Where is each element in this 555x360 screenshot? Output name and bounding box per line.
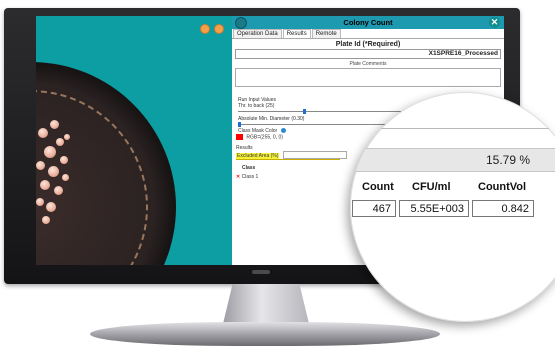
colony [36,198,44,206]
monitor-stand-base [90,322,440,346]
toolbar-icon[interactable] [214,24,224,34]
colony [36,161,45,170]
class-name: Class 1 [241,174,259,181]
mask-color-value: RGB=(255, 0, 0) [246,134,283,141]
plate-id-label: Plate Id (*Required) [335,41,401,48]
colony [46,202,56,212]
colony [64,134,70,140]
cfu-ml-header: CFU/ml [412,181,451,193]
excluded-area-label: Excluded Area (%) [236,152,280,159]
colony [60,156,68,164]
count-vol-value: 0.842 [472,200,534,217]
window-title: Colony Count [343,18,393,27]
colony [56,138,64,146]
colony [50,120,59,129]
tab-results[interactable]: Results [282,29,311,38]
tab-operation-data[interactable]: Operation Data [233,29,282,38]
count-header: Count [362,181,394,193]
min-diameter-slider-thumb[interactable] [238,122,241,127]
cfu-ml-value: 5.55E+003 [399,200,469,217]
colony [42,216,50,224]
colony [40,180,50,190]
mask-color-swatch[interactable] [236,134,243,140]
tab-remote[interactable]: Remote [311,29,341,38]
class-marker-icon: ✕ [236,174,241,181]
colony [48,166,59,177]
tab-bar: Operation Data Results Remote [232,29,504,39]
excluded-area-field [282,151,347,160]
toolbar-icon[interactable] [200,24,210,34]
excluded-area-value: 15.79 % [486,153,531,167]
monitor-logo [252,270,270,274]
colony [38,128,48,138]
title-bar: Colony Count ✕ [232,16,504,29]
count-vol-header: CountVol [478,181,527,193]
count-value: 467 [352,200,396,217]
colony [44,146,56,158]
close-icon[interactable]: ✕ [489,17,500,28]
plate-comments-label: Plate Comments [349,61,387,67]
magnifier-divider [350,128,555,129]
colony [54,186,63,195]
plate-id-input[interactable]: X1SPRE16_Processed [235,49,501,59]
plate-comments-input[interactable] [235,68,501,87]
threshold-slider-thumb[interactable] [302,109,306,114]
colony [62,174,69,181]
help-icon[interactable] [280,128,286,134]
